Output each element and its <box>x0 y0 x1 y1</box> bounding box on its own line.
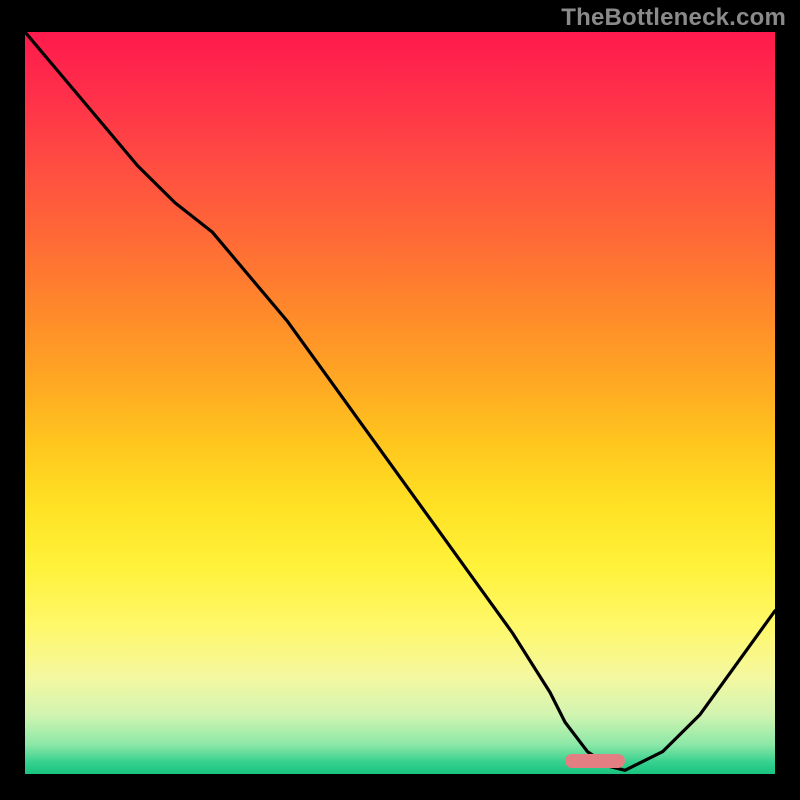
curve-path <box>25 32 775 770</box>
plot-area <box>25 32 775 774</box>
optimum-range-marker <box>565 754 625 768</box>
watermark-text: TheBottleneck.com <box>561 4 786 32</box>
bottleneck-curve <box>25 32 775 774</box>
chart-frame: TheBottleneck.com <box>0 0 800 800</box>
